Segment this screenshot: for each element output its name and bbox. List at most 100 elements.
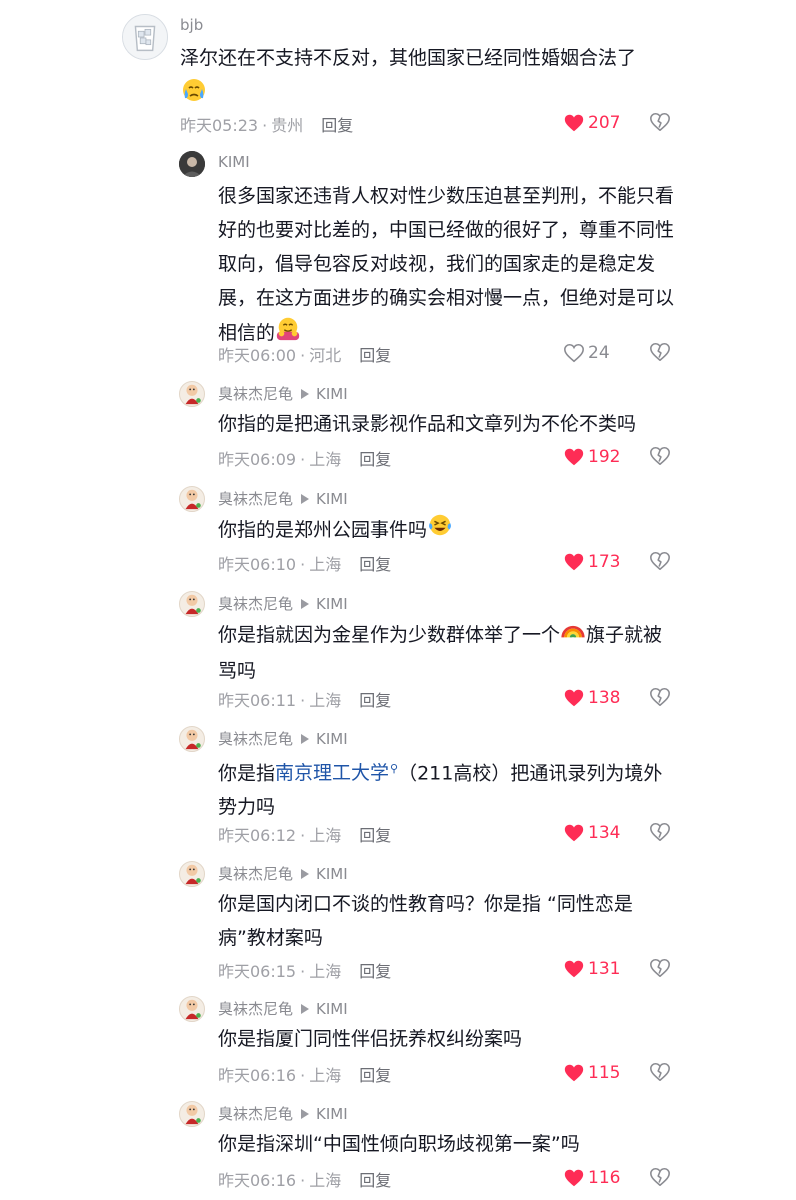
comment-text: 很多国家还违背人权对性少数压迫甚至判刑，不能只看好的也要对比差的，中国已经做的很… xyxy=(218,179,680,352)
turtle-avatar-icon xyxy=(185,999,201,1020)
reply-to-user[interactable]: KIMI xyxy=(316,730,348,748)
location: 上海 xyxy=(309,962,342,981)
like-button[interactable]: 131 xyxy=(563,957,620,981)
dislike-button[interactable] xyxy=(649,550,671,572)
reply-to-user[interactable]: KIMI xyxy=(316,385,348,403)
username-reply-line: 臭袜杰尼龟 KIMI xyxy=(218,1103,348,1124)
reply-button[interactable]: 回复 xyxy=(359,691,391,710)
avatar[interactable] xyxy=(179,381,205,407)
avatar[interactable] xyxy=(179,591,205,617)
like-button[interactable]: 192 xyxy=(563,445,620,469)
dislike-button[interactable] xyxy=(649,341,671,363)
like-count: 207 xyxy=(588,113,621,133)
reply-to-user[interactable]: KIMI xyxy=(316,490,348,508)
username[interactable]: KIMI xyxy=(218,153,250,171)
reply-button[interactable]: 回复 xyxy=(359,1066,391,1085)
username-reply-line: 臭袜杰尼龟 KIMI xyxy=(218,998,348,1019)
play-arrow-icon xyxy=(301,389,310,399)
comment-meta: 昨天06:12 · 上海 回复 xyxy=(218,826,392,845)
comment-meta: 昨天06:09 · 上海 回复 xyxy=(218,450,392,469)
heart-icon xyxy=(564,553,584,571)
reply-to-user[interactable]: KIMI xyxy=(316,865,348,883)
location: 上海 xyxy=(309,450,342,469)
avatar[interactable] xyxy=(179,1101,205,1127)
like-count: 134 xyxy=(588,823,621,843)
broken-heart-icon xyxy=(650,446,670,466)
turtle-avatar-icon xyxy=(185,864,201,885)
avatar[interactable] xyxy=(179,726,205,752)
play-arrow-icon xyxy=(301,1109,310,1119)
reply-button[interactable]: 回复 xyxy=(359,962,391,981)
username-reply-line: 臭袜杰尼龟 KIMI xyxy=(218,488,348,509)
username-reply-line: 臭袜杰尼龟 KIMI xyxy=(218,383,348,404)
username-reply-line: 臭袜杰尼龟 KIMI xyxy=(218,863,348,884)
comment-meta: 昨天06:16 · 上海 回复 xyxy=(218,1066,392,1085)
broken-heart-icon xyxy=(650,1062,670,1082)
like-button[interactable]: 24 xyxy=(563,341,610,365)
reply-to-user[interactable]: KIMI xyxy=(316,1000,348,1018)
broken-heart-icon xyxy=(650,1167,670,1187)
avatar[interactable] xyxy=(179,861,205,887)
ice-cup-avatar-icon xyxy=(123,15,167,59)
reply-button[interactable]: 回复 xyxy=(359,826,391,845)
dislike-button[interactable] xyxy=(649,1061,671,1083)
reply-button[interactable]: 回复 xyxy=(321,116,353,135)
reply-to-user[interactable]: KIMI xyxy=(316,1105,348,1123)
like-button[interactable]: 138 xyxy=(563,686,620,710)
like-button[interactable]: 207 xyxy=(563,111,620,135)
username[interactable]: 臭袜杰尼龟 xyxy=(218,1000,293,1018)
heart-icon xyxy=(564,824,584,842)
crying-face-icon xyxy=(180,75,208,114)
play-arrow-icon xyxy=(301,1004,310,1014)
username[interactable]: 臭袜杰尼龟 xyxy=(218,385,293,403)
dislike-button[interactable] xyxy=(649,821,671,843)
broken-heart-icon xyxy=(650,687,670,707)
username[interactable]: 臭袜杰尼龟 xyxy=(218,865,293,883)
dislike-button[interactable] xyxy=(649,957,671,979)
username[interactable]: 臭袜杰尼龟 xyxy=(218,730,293,748)
heart-icon xyxy=(564,448,584,466)
like-count: 173 xyxy=(588,552,621,572)
timestamp: 昨天06:15 xyxy=(218,962,297,981)
comment-text: 你是指就因为金星作为少数群体举了一个 旗子就被骂吗 xyxy=(218,617,673,688)
username[interactable]: 臭袜杰尼龟 xyxy=(218,595,293,613)
like-button[interactable]: 134 xyxy=(563,821,620,845)
dislike-button[interactable] xyxy=(649,686,671,708)
timestamp: 昨天06:12 xyxy=(218,826,297,845)
comment-meta: 昨天05:23 · 贵州 回复 xyxy=(180,116,354,135)
reply-to-user[interactable]: KIMI xyxy=(316,595,348,613)
comment-meta: 昨天06:16 · 上海 回复 xyxy=(218,1171,392,1190)
dislike-button[interactable] xyxy=(649,445,671,467)
heart-icon xyxy=(564,960,584,978)
heart-outline-icon xyxy=(564,343,584,363)
like-button[interactable]: 115 xyxy=(563,1061,620,1085)
comment-text-before: 你是指 xyxy=(218,762,276,785)
avatar[interactable] xyxy=(179,151,205,177)
comment-text: 你指的是郑州公园事件吗 xyxy=(218,512,678,549)
comment-meta: 昨天06:00 · 河北 回复 xyxy=(218,346,392,365)
avatar[interactable] xyxy=(179,486,205,512)
comment-text: 你指的是把通讯录影视作品和文章列为不伦不类吗 xyxy=(218,413,637,435)
reply-button[interactable]: 回复 xyxy=(359,1171,391,1190)
reply-button[interactable]: 回复 xyxy=(359,555,391,574)
reply-button[interactable]: 回复 xyxy=(359,450,391,469)
timestamp: 昨天06:11 xyxy=(218,691,297,710)
broken-heart-icon xyxy=(650,958,670,978)
avatar[interactable] xyxy=(179,996,205,1022)
reply-button[interactable]: 回复 xyxy=(359,346,391,365)
rainbow-icon xyxy=(560,617,586,654)
comment-meta: 昨天06:11 · 上海 回复 xyxy=(218,691,392,710)
broken-heart-icon xyxy=(650,551,670,571)
username[interactable]: bjb xyxy=(180,16,203,34)
dislike-button[interactable] xyxy=(649,111,671,133)
avatar[interactable] xyxy=(122,14,168,60)
broken-heart-icon xyxy=(650,342,670,362)
search-link[interactable]: 南京理工大学⚲ xyxy=(275,762,398,784)
username[interactable]: 臭袜杰尼龟 xyxy=(218,490,293,508)
username[interactable]: 臭袜杰尼龟 xyxy=(218,1105,293,1123)
like-button[interactable]: 173 xyxy=(563,550,620,574)
like-button[interactable]: 116 xyxy=(563,1166,620,1190)
search-icon: ⚲ xyxy=(390,762,399,775)
play-arrow-icon xyxy=(301,494,310,504)
dislike-button[interactable] xyxy=(649,1166,671,1188)
